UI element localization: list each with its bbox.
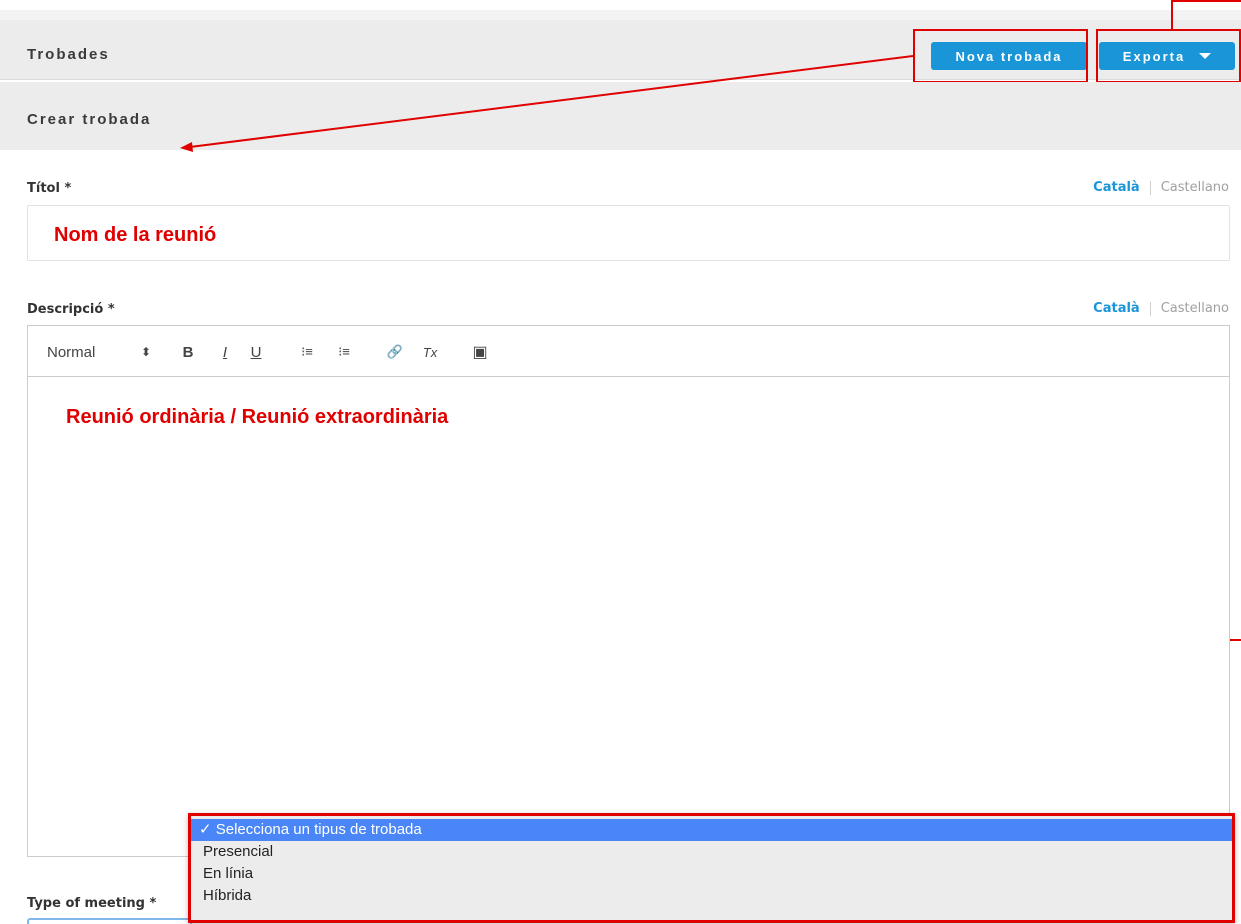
tab-castellano-description[interactable]: Castellano [1161, 301, 1229, 316]
meeting-type-option[interactable]: ✓ Selecciona un tipus de trobada [191, 819, 1232, 841]
clear-format-icon[interactable]: Tx [420, 340, 440, 364]
meeting-type-option[interactable]: Híbrida [191, 885, 1232, 907]
description-editor[interactable] [27, 325, 1230, 857]
bold-icon[interactable]: B [180, 340, 196, 364]
description-annotation: Reunió ordinària / Reunió extraordinària [66, 406, 449, 428]
title-language-tabs: Català Castellano [1093, 180, 1229, 195]
title-annotation: Nom de la reunió [54, 224, 217, 246]
video-icon[interactable]: ▣ [471, 340, 489, 364]
underline-icon[interactable]: U [248, 340, 264, 364]
description-language-tabs: Català Castellano [1093, 301, 1229, 316]
ordered-list-icon[interactable]: ⁝≡ [297, 340, 317, 364]
meeting-type-label: Type of meeting * [27, 896, 157, 911]
editor-toolbar [27, 325, 1230, 377]
tab-catala[interactable]: Català [1093, 180, 1140, 195]
tab-catala-description[interactable]: Català [1093, 301, 1140, 316]
language-divider [1149, 180, 1151, 195]
meeting-type-dropdown: ✓ Selecciona un tipus de trobada Presenc… [188, 813, 1235, 923]
italic-icon[interactable]: I [217, 340, 233, 364]
title-label: Títol * [27, 181, 72, 196]
description-label: Descripció * [27, 302, 115, 317]
link-icon[interactable]: 🔗 [385, 340, 405, 364]
format-select-value: Normal [47, 343, 96, 361]
meeting-type-select[interactable] [27, 918, 192, 924]
language-divider [1149, 301, 1151, 316]
bullet-list-icon[interactable]: ⁝≡ [334, 340, 354, 364]
meeting-type-option[interactable]: Presencial [191, 841, 1232, 863]
select-arrows-icon[interactable]: ⬍ [138, 340, 154, 364]
meeting-type-option[interactable]: En línia [191, 863, 1232, 885]
format-select[interactable]: Normal [47, 340, 95, 364]
tab-castellano[interactable]: Castellano [1161, 180, 1229, 195]
